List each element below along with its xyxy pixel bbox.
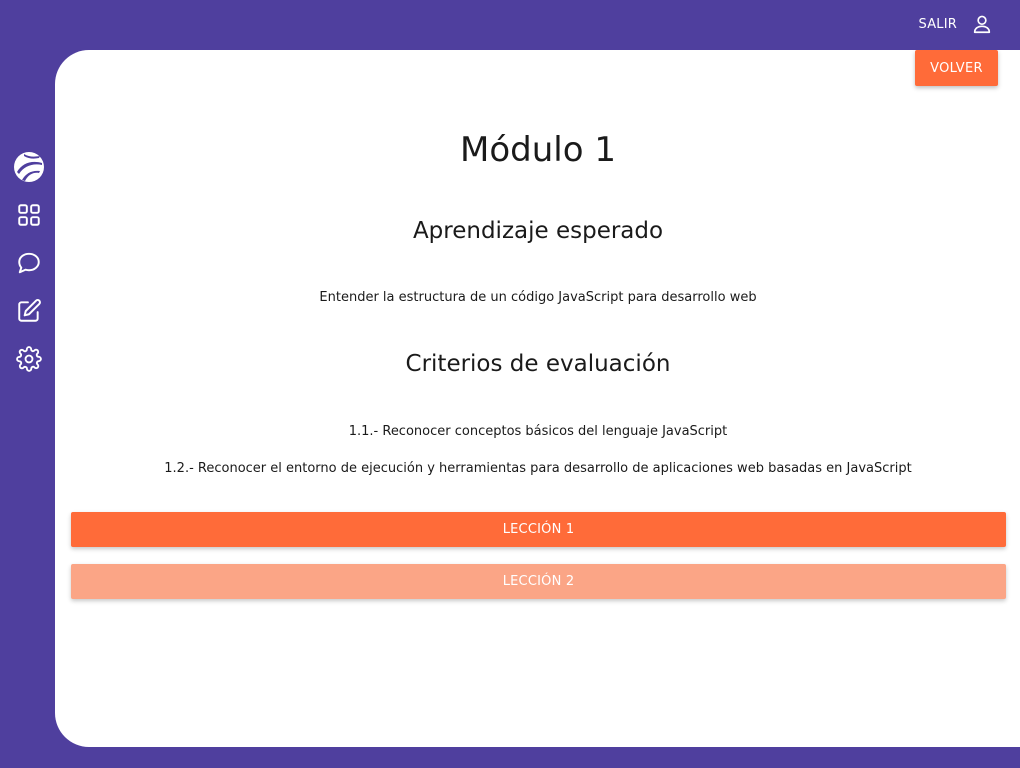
criteria-item: 1.1.- Reconocer conceptos básicos del le… xyxy=(348,424,728,439)
back-button[interactable]: VOLVER xyxy=(915,50,998,86)
sidebar-item-edit[interactable] xyxy=(12,294,46,328)
sidebar-item-dashboard[interactable] xyxy=(12,198,46,232)
sidebar-item-chat[interactable] xyxy=(12,246,46,280)
chat-bubble-icon xyxy=(16,250,42,276)
gear-icon xyxy=(15,346,42,372)
logo[interactable] xyxy=(12,150,46,184)
edit-icon xyxy=(16,298,42,324)
learning-heading: Aprendizaje esperado xyxy=(412,218,664,244)
sidebar xyxy=(0,150,57,390)
logout-button[interactable]: SALIR xyxy=(919,13,994,35)
lesson-2-button[interactable]: LECCIÓN 2 xyxy=(71,564,1006,599)
page-title: Módulo 1 xyxy=(460,130,616,170)
criteria-list: 1.1.- Reconocer conceptos básicos del le… xyxy=(55,423,1020,497)
logo-icon xyxy=(13,151,45,183)
logout-label: SALIR xyxy=(918,16,957,32)
learning-text: Entender la estructura de un código Java… xyxy=(319,290,757,305)
lesson-1-button[interactable]: LECCIÓN 1 xyxy=(71,512,1006,547)
criteria-heading: Criterios de evaluación xyxy=(405,351,671,377)
module-card: VOLVER Módulo 1 Aprendizaje esperado Ent… xyxy=(55,50,1020,747)
grid-icon xyxy=(16,202,42,228)
user-icon xyxy=(971,13,993,35)
sidebar-item-settings[interactable] xyxy=(12,342,46,376)
criteria-item: 1.2.- Reconocer el entorno de ejecución … xyxy=(164,461,912,476)
